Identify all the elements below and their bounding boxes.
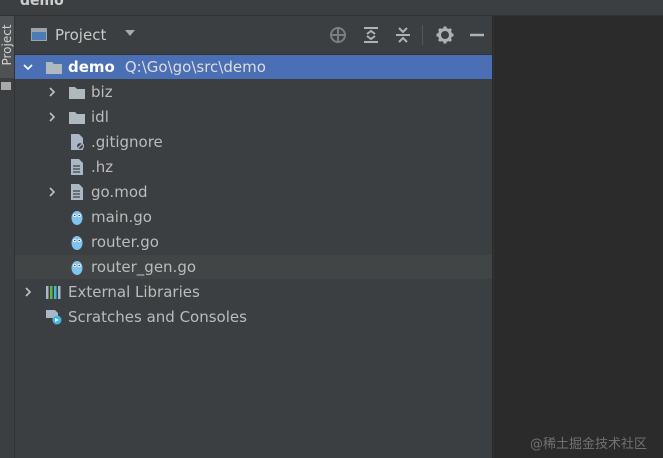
- scratches-icon: [46, 310, 62, 325]
- locate-icon[interactable]: [328, 25, 348, 45]
- ignore-file-icon: [71, 134, 85, 150]
- library-icon: [46, 286, 61, 299]
- watermark: @稀土掘金技术社区: [530, 437, 648, 452]
- tree-row-go-mod[interactable]: go.mod: [15, 180, 492, 204]
- folder-icon[interactable]: [1, 82, 11, 90]
- text-file-icon: [71, 184, 83, 200]
- tree-item-label: main.go: [91, 208, 152, 226]
- tree-row-router-go[interactable]: router.go: [15, 230, 492, 254]
- tree-item-label: go.mod: [91, 183, 148, 201]
- gopher-icon: [71, 261, 83, 275]
- hide-icon[interactable]: [467, 25, 487, 45]
- toolbar-separator: [422, 25, 423, 45]
- tree-item-label: Scratches and Consoles: [68, 308, 247, 326]
- folder-icon: [46, 62, 62, 74]
- chevron-right-icon[interactable]: [45, 80, 59, 104]
- root-folder-path: Q:\Go\go\src\demo: [124, 58, 266, 76]
- tree-row-idl[interactable]: idl: [15, 105, 492, 129]
- root-folder-name: demo: [68, 58, 115, 76]
- project-tool-tab[interactable]: Project: [0, 16, 14, 78]
- settings-icon[interactable]: [435, 25, 455, 45]
- tree-item-label: biz: [91, 83, 113, 101]
- gopher-icon: [71, 211, 83, 225]
- editor-area[interactable]: [493, 16, 663, 458]
- title-bar: demo: [0, 0, 663, 16]
- folder-icon: [69, 112, 85, 124]
- tree-row-router-gen-go[interactable]: router_gen.go: [15, 255, 492, 279]
- chevron-right-icon[interactable]: [45, 180, 59, 204]
- tree-row-gitignore[interactable]: .gitignore: [15, 130, 492, 154]
- gopher-icon: [71, 236, 83, 250]
- left-tool-stripe: Project: [0, 16, 15, 458]
- tree-row-biz[interactable]: biz: [15, 80, 492, 104]
- expand-all-icon[interactable]: [361, 25, 381, 45]
- tree-item-label: idl: [91, 108, 109, 126]
- collapse-all-icon[interactable]: [393, 25, 413, 45]
- project-panel: Project demo Q:\Go\go\src\demo biz idl .…: [15, 16, 492, 458]
- project-tool-tab-label: Project: [0, 24, 14, 66]
- window-title: demo: [20, 0, 64, 9]
- tree-row-hz[interactable]: .hz: [15, 155, 492, 179]
- text-file-icon: [71, 159, 83, 175]
- tree-row-main-go[interactable]: main.go: [15, 205, 492, 229]
- tree-item-label: router_gen.go: [91, 258, 197, 276]
- tree-row-external-libraries[interactable]: External Libraries: [15, 280, 492, 304]
- folder-icon: [69, 87, 85, 99]
- project-view-icon: [31, 28, 47, 41]
- tree-item-label: External Libraries: [68, 283, 200, 301]
- chevron-down-icon[interactable]: [21, 55, 35, 79]
- tree-item-label: .gitignore: [91, 133, 163, 151]
- panel-header: Project: [15, 16, 492, 55]
- chevron-right-icon[interactable]: [45, 105, 59, 129]
- tree-row-root[interactable]: demo Q:\Go\go\src\demo: [15, 55, 492, 79]
- tree-item-label: router.go: [91, 233, 159, 251]
- chevron-down-icon[interactable]: [125, 30, 135, 36]
- tree-item-label: .hz: [91, 158, 114, 176]
- view-selector-label[interactable]: Project: [55, 26, 106, 44]
- tree-row-scratches[interactable]: Scratches and Consoles: [15, 305, 492, 329]
- chevron-right-icon[interactable]: [21, 280, 35, 304]
